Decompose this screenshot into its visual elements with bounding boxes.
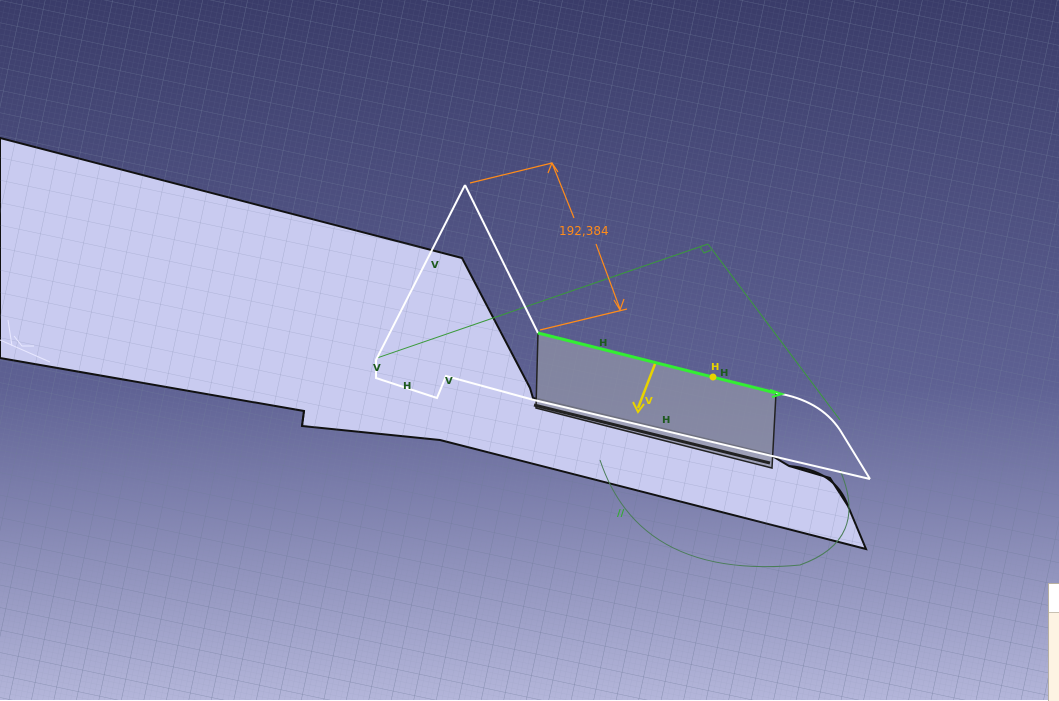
constraint-parallel[interactable]: // [617, 508, 625, 519]
side-panel-edge[interactable] [1048, 583, 1059, 701]
dimension-value[interactable]: 192,384 [559, 224, 609, 238]
constraint-h-low[interactable]: H [662, 415, 670, 426]
constraint-h-mid[interactable]: H [711, 362, 719, 373]
constraint-v-inner[interactable]: V [445, 376, 453, 387]
side-panel-tab[interactable] [1049, 584, 1059, 613]
constraint-v-left-bottom[interactable]: V [373, 363, 381, 374]
constraint-h-sub[interactable]: H [720, 368, 728, 379]
constraint-h-top[interactable]: H [599, 338, 607, 349]
constraint-v-axis[interactable]: V [645, 396, 653, 407]
constraint-h-left[interactable]: H [403, 381, 411, 392]
3d-viewport[interactable]: 192,384 H H H H H V V V V // [0, 0, 1059, 700]
selected-line-endpoint[interactable] [709, 373, 717, 381]
constraint-v-left-top[interactable]: V [431, 260, 439, 271]
